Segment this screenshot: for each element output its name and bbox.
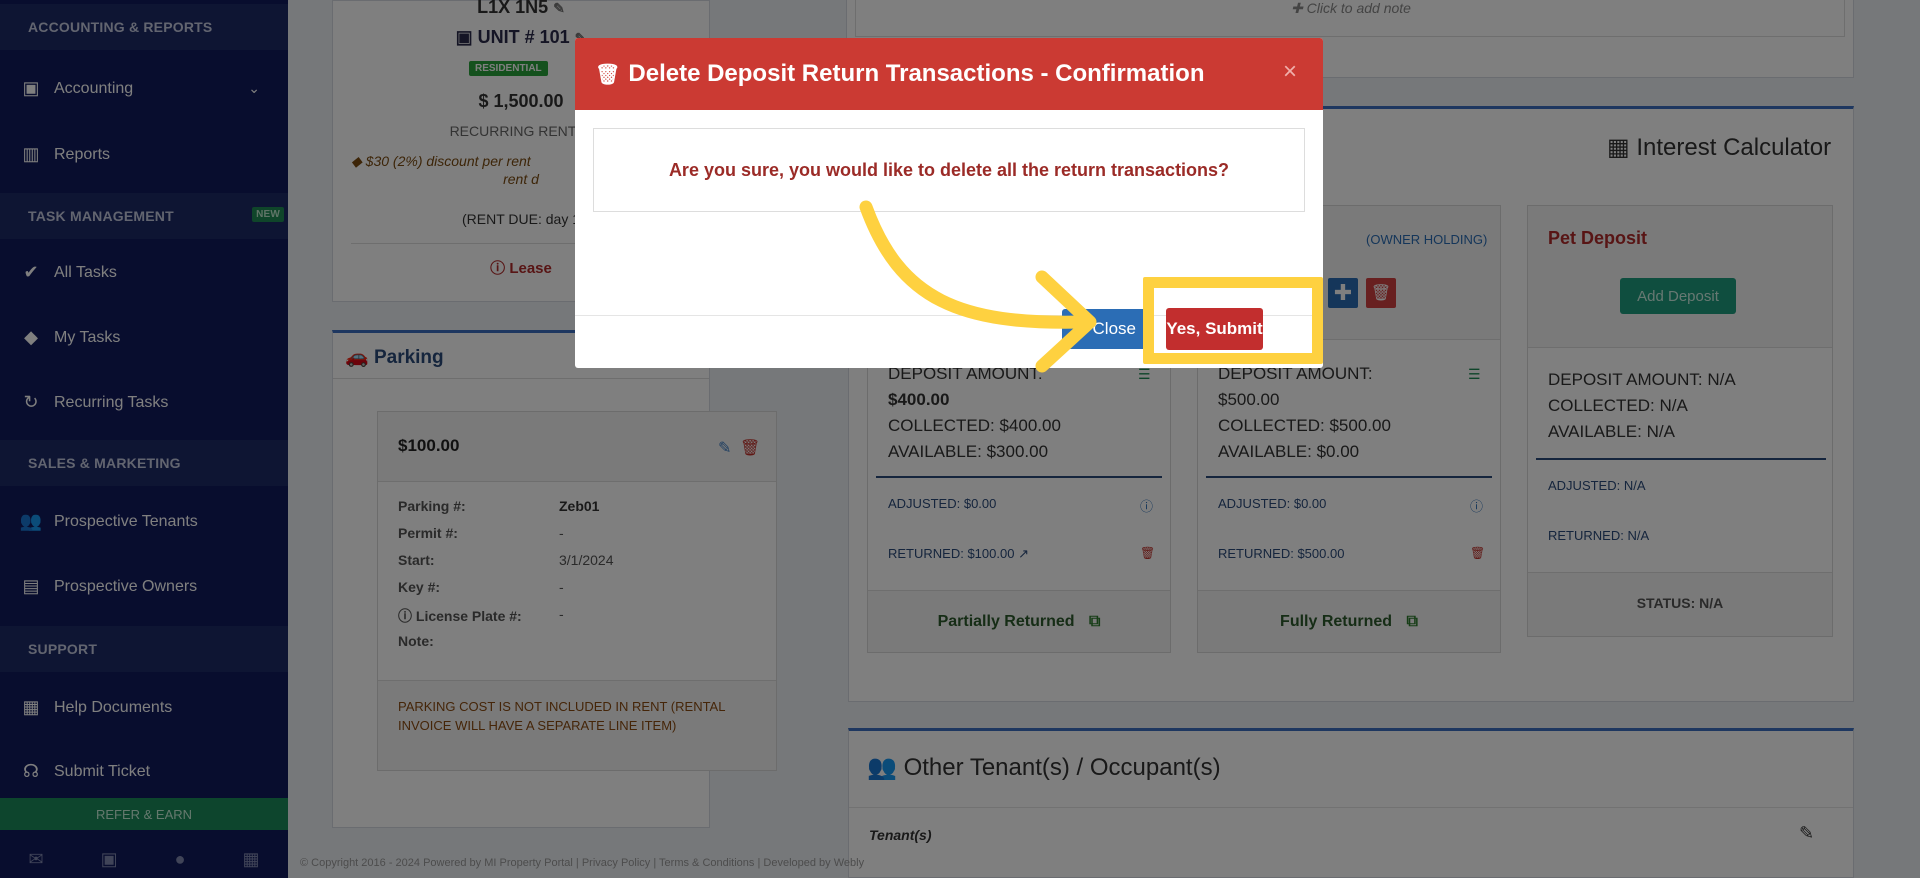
tutorial-arrow — [859, 200, 1097, 373]
arrow-curve — [859, 200, 1090, 329]
